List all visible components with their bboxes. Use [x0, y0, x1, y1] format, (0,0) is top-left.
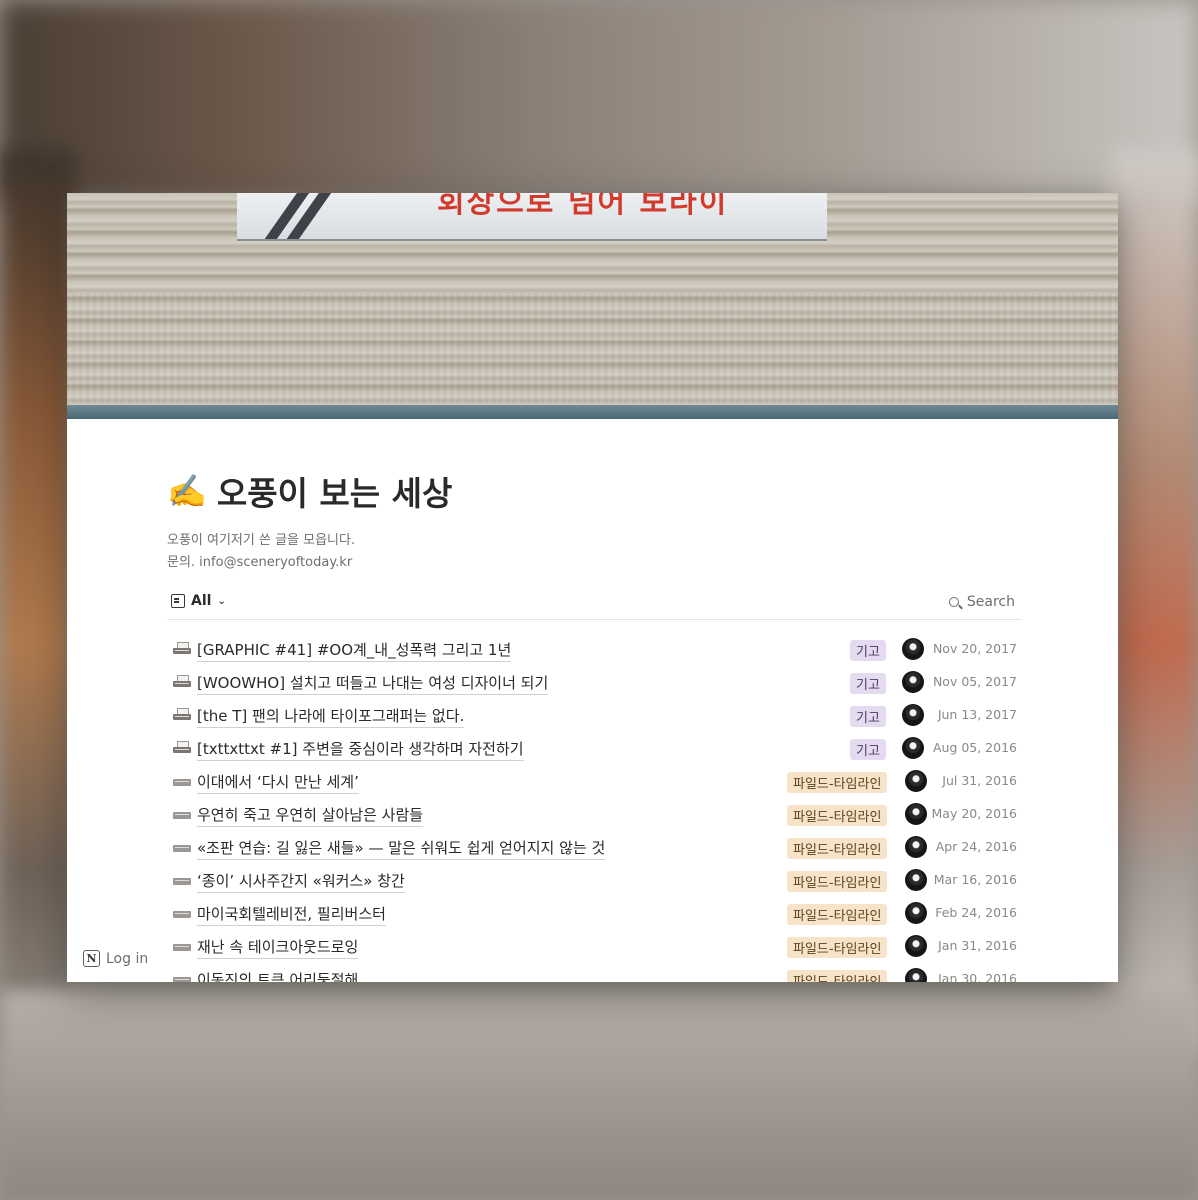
- author-avatar: [902, 638, 924, 660]
- category-tag: 파일드-타임라인: [787, 904, 888, 925]
- keyboard-icon: [173, 906, 191, 918]
- list-item-date: Jul 31, 2016: [942, 773, 1017, 788]
- cover-sign: 회상으로 넘어 보라이: [237, 193, 827, 241]
- background-top-blur: [0, 0, 1198, 200]
- view-label: All: [191, 593, 212, 609]
- list-item[interactable]: «조판 연습: 길 잃은 새들» — 말은 쉬워도 쉽게 얻어지지 않는 것 파일…: [167, 831, 1021, 864]
- view-selector[interactable]: All ⌄: [171, 593, 226, 609]
- category-tag: 파일드-타임라인: [787, 970, 888, 982]
- list-item[interactable]: [WOOWHO] 설치고 떠들고 나대는 여성 디자이너 되기 기고 Nov 05,…: [167, 666, 1021, 699]
- list-item[interactable]: 마이국회텔레비전, 필리버스터 파일드-타임라인 Feb 24, 2016: [167, 897, 1021, 930]
- article-list: [GRAPHIC #41] #OO계_내_성폭력 그리고 1년 기고 Nov 20,…: [167, 633, 1021, 982]
- list-item-title[interactable]: [txttxttxt #1] 주변을 중심이라 생각하며 자전하기: [197, 738, 524, 761]
- typewriter-icon: [173, 675, 191, 687]
- category-tag: 파일드-타임라인: [787, 805, 888, 826]
- list-item-date: Aug 05, 2016: [932, 740, 1017, 755]
- list-item[interactable]: 재난 속 테이크아웃드로잉 파일드-타임라인 Jan 31, 2016: [167, 930, 1021, 963]
- list-item-title[interactable]: 이대에서 ‘다시 만난 세계’: [197, 771, 359, 794]
- list-item-title[interactable]: [WOOWHO] 설치고 떠들고 나대는 여성 디자이너 되기: [197, 672, 549, 695]
- list-item[interactable]: 이대에서 ‘다시 만난 세계’ 파일드-타임라인 Jul 31, 2016: [167, 765, 1021, 798]
- contact-line: 문의. info@sceneryoftoday.kr: [167, 555, 353, 570]
- keyboard-icon: [173, 774, 191, 786]
- author-avatar: [905, 770, 927, 792]
- table-view-icon: [171, 594, 185, 608]
- list-item-title[interactable]: 이동진의 트큰 어리둥절해: [197, 969, 358, 982]
- login-label: Log in: [106, 950, 149, 967]
- list-item[interactable]: 우연히 죽고 우연히 살아남은 사람들 파일드-타임라인 May 20, 2016: [167, 798, 1021, 831]
- list-item-date: Jun 13, 2017: [937, 707, 1017, 722]
- search-label: Search: [966, 594, 1015, 610]
- author-avatar: [905, 836, 927, 858]
- author-avatar: [902, 737, 924, 759]
- list-item-title[interactable]: 마이국회텔레비전, 필리버스터: [197, 903, 386, 926]
- category-tag: 기고: [850, 739, 886, 760]
- list-item-date: May 20, 2016: [931, 806, 1017, 821]
- author-avatar: [905, 869, 927, 891]
- list-item-date: Nov 20, 2017: [932, 641, 1017, 656]
- list-item-date: Jan 30, 2016: [938, 971, 1017, 982]
- category-tag: 파일드-타임라인: [787, 871, 888, 892]
- keyboard-icon: [173, 840, 191, 852]
- background-bottom-blur: [0, 990, 1198, 1200]
- author-avatar: [902, 704, 924, 726]
- notion-page-window: 회상으로 넘어 보라이 ✍️ 오풍이 보는 세상 오풍이 여기저기 쓴 글을 모…: [67, 193, 1118, 982]
- list-item[interactable]: ‘종이’ 시사주간지 «워커스» 창간 파일드-타임라인 Mar 16, 2016: [167, 864, 1021, 897]
- list-item-title[interactable]: 재난 속 테이크아웃드로잉: [197, 936, 359, 959]
- page-description: 오풍이 여기저기 쓴 글을 모읍니다. 문의. info@sceneryofto…: [167, 530, 355, 574]
- typewriter-icon: [173, 741, 191, 753]
- list-item-date: Nov 05, 2017: [932, 674, 1017, 689]
- page-title-text: 오풍이 보는 세상: [216, 474, 453, 513]
- category-tag: 기고: [850, 640, 886, 661]
- keyboard-icon: [173, 939, 191, 951]
- list-item[interactable]: 이동진의 트큰 어리둥절해 파일드-타임라인 Jan 30, 2016: [167, 963, 1021, 982]
- cover-texture: [67, 293, 1118, 403]
- search-icon: [948, 597, 959, 607]
- typewriter-icon: [173, 642, 191, 654]
- author-avatar: [905, 902, 927, 924]
- list-item-date: Apr 24, 2016: [935, 839, 1017, 854]
- author-avatar: [902, 671, 924, 693]
- chevron-down-icon: ⌄: [217, 595, 226, 607]
- database-toolbar: All ⌄ Search: [167, 587, 1021, 620]
- author-avatar: [905, 803, 927, 825]
- list-item[interactable]: [GRAPHIC #41] #OO계_내_성폭력 그리고 1년 기고 Nov 20,…: [167, 633, 1021, 666]
- login-button[interactable]: N Log in: [83, 950, 148, 967]
- description-line: 오풍이 여기저기 쓴 글을 모읍니다.: [167, 533, 356, 548]
- cover-sign-text: 회상으로 넘어 보라이: [437, 193, 729, 220]
- category-tag: 파일드-타임라인: [787, 838, 888, 859]
- category-tag: 파일드-타임라인: [787, 772, 888, 793]
- page-title: ✍️ 오풍이 보는 세상: [167, 469, 452, 513]
- background-right-blur: [1113, 150, 1198, 1050]
- notion-logo-icon: N: [83, 950, 100, 967]
- category-tag: 기고: [850, 706, 886, 727]
- typewriter-icon: [173, 708, 191, 720]
- writing-hand-icon: ✍️: [167, 472, 207, 510]
- keyboard-icon: [173, 972, 191, 982]
- author-avatar: [905, 968, 927, 982]
- cover-bottom-strip: [67, 405, 1118, 419]
- list-item-date: Mar 16, 2016: [933, 872, 1017, 887]
- list-item-title[interactable]: ‘종이’ 시사주간지 «워커스» 창간: [197, 870, 405, 893]
- list-item-date: Jan 31, 2016: [938, 938, 1017, 953]
- list-item[interactable]: [the T] 팬의 나라에 타이포그래퍼는 없다. 기고 Jun 13, 2017: [167, 699, 1021, 732]
- keyboard-icon: [173, 873, 191, 885]
- list-item-title[interactable]: 우연히 죽고 우연히 살아남은 사람들: [197, 804, 424, 827]
- list-item-title[interactable]: [GRAPHIC #41] #OO계_내_성폭력 그리고 1년: [197, 639, 512, 662]
- list-item-title[interactable]: «조판 연습: 길 잃은 새들» — 말은 쉬워도 쉽게 얻어지지 않는 것: [197, 837, 606, 860]
- search-button[interactable]: Search: [948, 594, 1015, 610]
- keyboard-icon: [173, 807, 191, 819]
- author-avatar: [905, 935, 927, 957]
- list-item[interactable]: [txttxttxt #1] 주변을 중심이라 생각하며 자전하기 기고 Aug 0…: [167, 732, 1021, 765]
- list-item-title[interactable]: [the T] 팬의 나라에 타이포그래퍼는 없다.: [197, 705, 465, 728]
- category-tag: 파일드-타임라인: [787, 937, 888, 958]
- cover-image: 회상으로 넘어 보라이: [67, 193, 1118, 419]
- background-left-blur: [0, 150, 75, 1050]
- list-item-date: Feb 24, 2016: [935, 905, 1017, 920]
- category-tag: 기고: [850, 673, 886, 694]
